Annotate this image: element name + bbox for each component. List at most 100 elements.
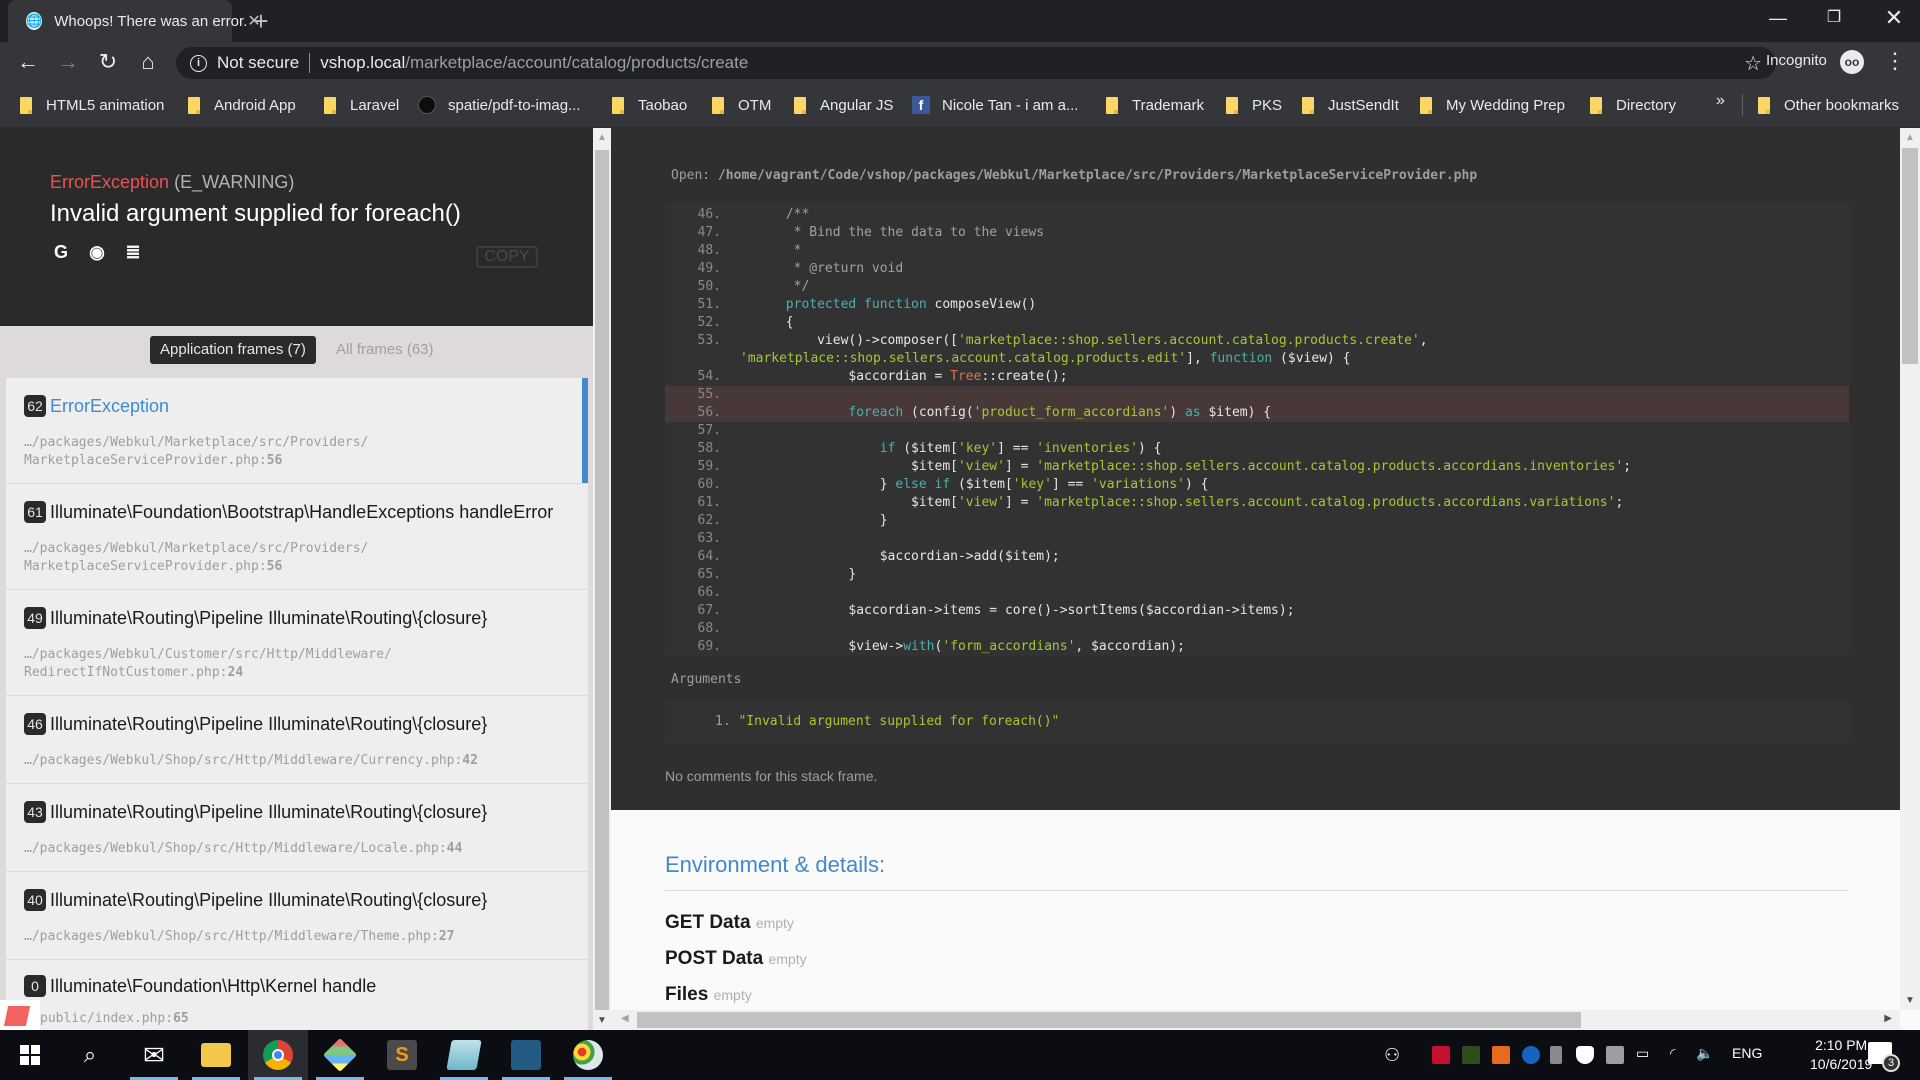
- frame-file: …/packages/Webkul/Shop/src/Http/Middlewa…: [24, 753, 478, 768]
- line-number: 64.: [697, 549, 721, 564]
- volume-icon[interactable]: 🔈: [1696, 1045, 1713, 1065]
- bluetooth-icon[interactable]: [1522, 1046, 1540, 1064]
- google-search-icon[interactable]: G: [50, 242, 72, 263]
- minimize-button[interactable]: —: [1750, 0, 1806, 38]
- scroll-down-icon[interactable]: ▼: [597, 1015, 607, 1026]
- back-button[interactable]: ←: [12, 46, 44, 78]
- bookmark-item[interactable]: JustSendIt: [1302, 94, 1399, 116]
- code-line: 51. protected function composeView(): [665, 296, 1849, 314]
- code-line: 46. /**: [665, 206, 1849, 224]
- folder-icon: [1420, 96, 1432, 114]
- start-button[interactable]: [0, 1030, 60, 1080]
- adobe-icon[interactable]: [1432, 1046, 1450, 1064]
- bookmarks-overflow-button[interactable]: »: [1716, 92, 1725, 110]
- line-number: 61.: [697, 495, 721, 510]
- application-frames-tab[interactable]: Application frames (7): [150, 336, 316, 364]
- bookmark-item[interactable]: My Wedding Prep: [1420, 94, 1565, 116]
- code-token: 'view': [957, 495, 1005, 510]
- folder-icon: [324, 96, 336, 114]
- line-number: 50.: [697, 279, 721, 294]
- info-icon[interactable]: i: [190, 54, 207, 72]
- code-token: , $accordian);: [1075, 639, 1185, 654]
- open-file-link[interactable]: Open: /home/vagrant/Code/vshop/packages/…: [671, 168, 1477, 183]
- taskbar-sourcetree[interactable]: [310, 1030, 370, 1080]
- scrollbar-thumb[interactable]: [595, 150, 609, 1010]
- wifi-icon[interactable]: ◜: [1670, 1045, 1675, 1065]
- line-number: 60.: [697, 477, 721, 492]
- bookmark-label: JustSendIt: [1328, 96, 1399, 114]
- forward-button[interactable]: →: [52, 46, 84, 78]
- bookmark-item[interactable]: Taobao: [612, 94, 687, 116]
- bookmark-item[interactable]: PKS: [1226, 94, 1282, 116]
- bookmark-item[interactable]: Angular JS: [794, 94, 893, 116]
- horizontal-scrollbar[interactable]: ◀ ▶: [611, 1010, 1900, 1030]
- bookmark-item[interactable]: OTM: [712, 94, 771, 116]
- stack-frame[interactable]: 62 ErrorException …/packages/Webkul/Marke…: [6, 378, 588, 484]
- stack-frame[interactable]: 46 Illuminate\Routing\Pipeline Illuminate…: [6, 696, 588, 784]
- arguments-label: Arguments: [671, 672, 742, 687]
- search-button[interactable]: ⌕: [60, 1030, 120, 1080]
- line-number: 56.: [697, 405, 721, 420]
- language-indicator[interactable]: ENG: [1732, 1045, 1762, 1065]
- bookmark-item[interactable]: Directory: [1590, 94, 1676, 116]
- taskbar-sublime[interactable]: S: [372, 1030, 432, 1080]
- stack-frame[interactable]: 0 Illuminate\Foundation\Http\Kernel handl…: [6, 960, 588, 1030]
- stack-frame[interactable]: 43 Illuminate\Routing\Pipeline Illuminate…: [6, 784, 588, 872]
- taskbar-mysql-workbench[interactable]: [496, 1030, 556, 1080]
- line-number: 63.: [697, 531, 721, 546]
- scrollbar-thumb[interactable]: [637, 1012, 1581, 1028]
- usb-icon[interactable]: [1550, 1046, 1562, 1064]
- clock[interactable]: 2:10 PM 10/6/2019: [1810, 1036, 1872, 1074]
- menu-icon[interactable]: ⋮: [1884, 48, 1906, 74]
- nvidia-icon[interactable]: [1462, 1046, 1480, 1064]
- frame-file: …/packages/Webkul/Marketplace/src/Provid…: [24, 435, 369, 468]
- code-token: 'view': [957, 459, 1005, 474]
- bookmark-item[interactable]: HTML5 animation: [20, 94, 164, 116]
- battery-icon[interactable]: ▭: [1636, 1045, 1649, 1065]
- close-window-button[interactable]: ✕: [1866, 0, 1920, 38]
- stack-frame[interactable]: 40 Illuminate\Routing\Pipeline Illuminate…: [6, 872, 588, 960]
- java-icon[interactable]: [1492, 1046, 1510, 1064]
- taskbar-file-explorer[interactable]: [186, 1030, 246, 1080]
- scroll-down-icon[interactable]: ▼: [1905, 995, 1915, 1006]
- bookmarks-bar: HTML5 animation Android App Laravel spat…: [0, 82, 1920, 128]
- bookmark-item[interactable]: Trademark: [1106, 94, 1204, 116]
- bookmark-star-icon[interactable]: ☆: [1744, 51, 1762, 76]
- bookmark-item[interactable]: Android App: [188, 94, 296, 116]
- copy-button[interactable]: COPY: [476, 246, 538, 268]
- code-line: 62. }: [665, 512, 1849, 530]
- drive-check-icon[interactable]: [1606, 1046, 1624, 1064]
- frames-scrollbar[interactable]: ▲ ▼: [593, 128, 611, 1030]
- taskbar-notepad[interactable]: [434, 1030, 494, 1080]
- stack-frame[interactable]: 61 Illuminate\Foundation\Bootstrap\Handle…: [6, 484, 588, 590]
- bookmark-item[interactable]: Laravel: [324, 94, 399, 116]
- address-bar[interactable]: i Not secure vshop.local /marketplace/ac…: [176, 47, 1776, 79]
- stackoverflow-search-icon[interactable]: ≣: [122, 242, 144, 263]
- url-host: vshop.local: [320, 53, 406, 72]
- new-tab-button[interactable]: +: [246, 6, 276, 36]
- bookmark-item[interactable]: f Nicole Tan - i am a...: [912, 94, 1078, 116]
- scroll-left-icon[interactable]: ◀: [621, 1013, 629, 1024]
- code-token: $accordian->items = core()->sortItems($a…: [754, 603, 1295, 618]
- scrollbar-thumb[interactable]: [1902, 148, 1918, 364]
- duckduckgo-search-icon[interactable]: ◉: [86, 242, 108, 263]
- people-icon[interactable]: ⚇: [1384, 1045, 1400, 1065]
- scroll-up-icon[interactable]: ▲: [597, 132, 607, 143]
- page-scrollbar[interactable]: ▲ ▼: [1900, 128, 1920, 1010]
- taskbar-chrome[interactable]: [248, 1030, 308, 1080]
- other-bookmarks[interactable]: Other bookmarks: [1758, 94, 1899, 116]
- taskbar-paint[interactable]: [558, 1030, 618, 1080]
- browser-tab[interactable]: 🌐 Whoops! There was an error. ✕: [8, 0, 261, 42]
- reload-button[interactable]: ↻: [92, 46, 124, 78]
- incognito-icon[interactable]: oo: [1840, 50, 1864, 74]
- home-button[interactable]: ⌂: [132, 46, 164, 78]
- maximize-button[interactable]: ❐: [1806, 0, 1862, 38]
- security-shield-icon[interactable]: [1576, 1046, 1594, 1064]
- scroll-right-icon[interactable]: ▶: [1884, 1013, 1892, 1024]
- scroll-up-icon[interactable]: ▲: [1905, 132, 1915, 143]
- stack-frame[interactable]: 49 Illuminate\Routing\Pipeline Illuminate…: [6, 590, 588, 696]
- taskbar-mail[interactable]: ✉: [124, 1030, 184, 1080]
- folder-icon: [794, 96, 806, 114]
- bookmark-item[interactable]: spatie/pdf-to-imag...: [418, 94, 581, 116]
- all-frames-tab[interactable]: All frames (63): [326, 336, 444, 364]
